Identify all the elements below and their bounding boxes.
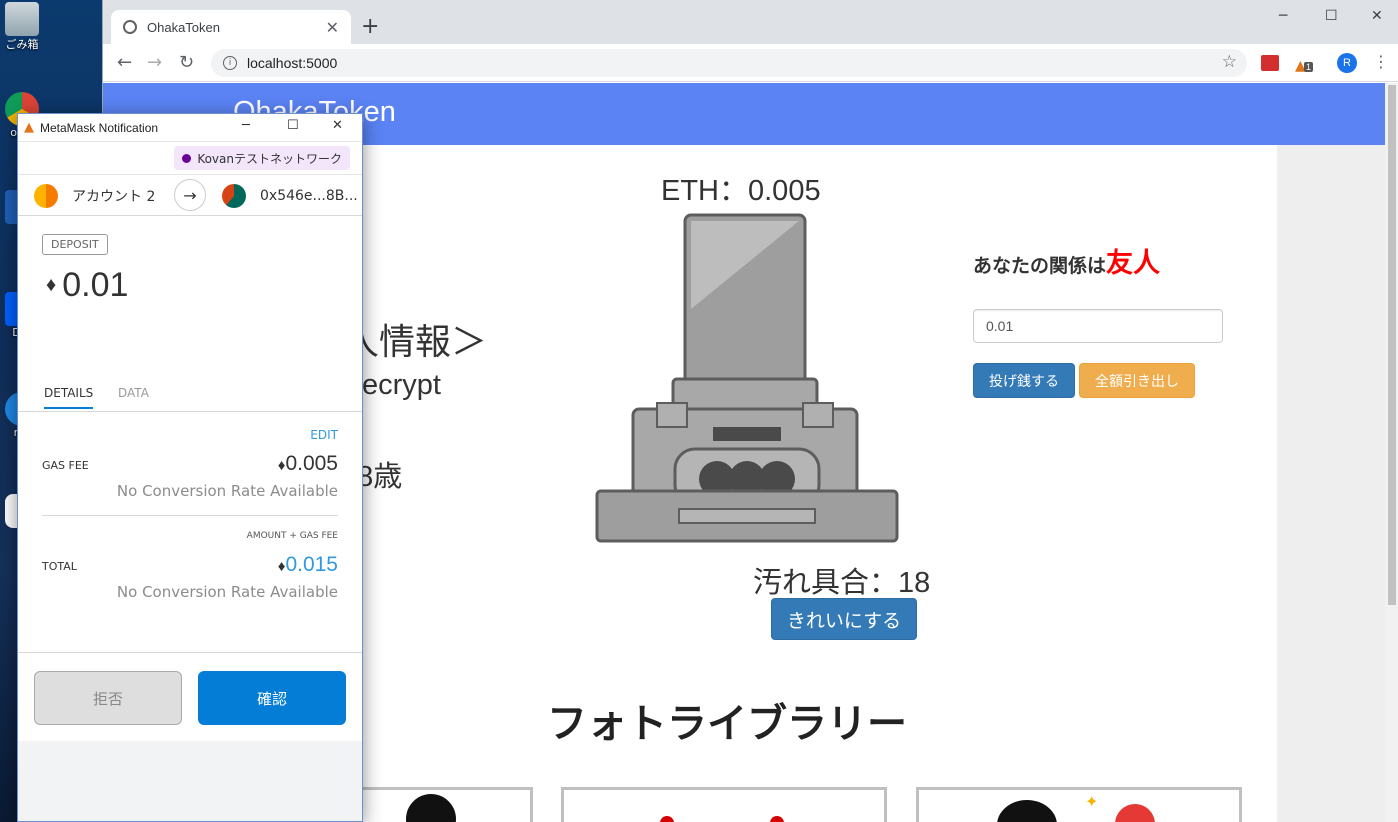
- browser-tab[interactable]: OhakaToken ✕: [111, 10, 351, 44]
- arrow-right-icon: →: [174, 179, 206, 211]
- star-icon[interactable]: ☆: [1222, 52, 1237, 72]
- url-text: localhost:5000: [247, 55, 338, 71]
- from-account[interactable]: アカウント 2: [34, 184, 155, 208]
- metamask-fox-icon: ▲: [24, 120, 34, 135]
- relation-value: 友人: [1106, 248, 1161, 279]
- desktop-icon-label: ごみ箱: [5, 38, 39, 51]
- relation-prefix: あなたの関係は: [973, 255, 1107, 277]
- from-account-name: アカウント 2: [72, 189, 156, 205]
- new-tab-button[interactable]: +: [361, 14, 379, 39]
- menu-kebab-icon[interactable]: ⋮: [1373, 52, 1389, 71]
- eth-balance: ETH：0.005: [661, 175, 821, 207]
- amount-plus-gas-label: AMOUNT + GAS FEE: [246, 531, 338, 541]
- photo-card[interactable]: ✦: [916, 787, 1242, 822]
- tip-button[interactable]: 投げ銭する: [973, 363, 1075, 398]
- extension-lastpass-icon[interactable]: [1261, 55, 1279, 71]
- deposit-tag: DEPOSIT: [42, 234, 108, 255]
- extension-badge: 1: [1304, 62, 1314, 72]
- edit-gas-link[interactable]: EDIT: [310, 428, 338, 442]
- to-address: 0x546e...8B...: [260, 188, 358, 204]
- address-bar[interactable]: i localhost:5000 ☆: [211, 49, 1247, 77]
- close-tab-icon[interactable]: ✕: [326, 18, 339, 37]
- metamask-body: Kovanテストネットワーク アカウント 2 → 0x546e...8B... …: [18, 142, 362, 741]
- globe-icon: [123, 20, 137, 34]
- reload-icon[interactable]: ↻: [179, 52, 194, 73]
- network-name: Kovanテストネットワーク: [197, 151, 342, 166]
- close-window-icon[interactable]: ✕: [332, 118, 343, 133]
- network-indicator[interactable]: Kovanテストネットワーク: [174, 146, 350, 170]
- tab-data[interactable]: DATA: [118, 386, 149, 407]
- desktop-icon-recycle-bin[interactable]: ごみ箱: [0, 2, 44, 52]
- photo-library-title: フォトライブラリー: [547, 701, 907, 747]
- relation-text: あなたの関係は友人: [973, 241, 1160, 280]
- maximize-icon[interactable]: ☐: [287, 118, 299, 133]
- info-icon[interactable]: i: [223, 56, 237, 70]
- recipient-identicon-icon: [222, 184, 246, 208]
- tab-title: OhakaToken: [147, 19, 220, 35]
- dirt-level: 汚れ具合：18: [753, 567, 931, 599]
- content-container: 人情報＞ Decrypt o 98歳 ETH：0.005 汚れ具合：18: [223, 145, 1277, 822]
- total-label: TOTAL: [42, 560, 77, 573]
- minimize-icon[interactable]: ─: [242, 118, 250, 133]
- profile-avatar[interactable]: R: [1337, 53, 1357, 73]
- close-window-icon[interactable]: ✕: [1371, 8, 1383, 24]
- tab-strip: OhakaToken ✕ + ─ ☐ ✕: [103, 0, 1398, 44]
- gas-fee-amount: 0.005: [285, 452, 338, 475]
- metamask-tabs: DETAILS DATA: [18, 378, 362, 412]
- gas-fee-value: ♦0.005: [278, 452, 338, 476]
- withdraw-all-button[interactable]: 全額引き出し: [1079, 363, 1195, 398]
- metamask-titlebar: ▲ MetaMask Notification ─ ☐ ✕: [18, 114, 362, 142]
- reject-button[interactable]: 拒否: [34, 671, 182, 725]
- account-identicon-icon: [34, 184, 58, 208]
- photo-card[interactable]: [343, 787, 533, 822]
- gas-fee-conversion: No Conversion Rate Available: [116, 482, 338, 500]
- metamask-fox-icon[interactable]: ▲ 1: [1295, 55, 1314, 74]
- recycle-bin-icon: [5, 2, 39, 36]
- account-row: アカウント 2 → 0x546e...8B...: [18, 174, 362, 216]
- metamask-window-title: MetaMask Notification: [40, 120, 159, 135]
- photo-card[interactable]: [561, 787, 887, 822]
- network-dot-icon: [182, 153, 192, 163]
- amount-value: 0.01: [62, 266, 129, 304]
- tip-amount-input[interactable]: [973, 309, 1223, 343]
- info-heading: 人情報＞: [343, 321, 488, 362]
- total-value: ♦0.015: [278, 553, 338, 577]
- minimize-icon[interactable]: ─: [1279, 8, 1287, 24]
- transaction-amount: ♦ 0.01: [46, 266, 128, 305]
- gas-fee-label: GAS FEE: [42, 459, 89, 472]
- eth-diamond-icon: ♦: [46, 274, 57, 296]
- scrollbar-thumb[interactable]: [1388, 85, 1396, 605]
- total-amount: 0.015: [285, 553, 338, 576]
- total-conversion: No Conversion Rate Available: [116, 583, 338, 601]
- to-account[interactable]: 0x546e...8B...: [222, 184, 358, 208]
- metamask-notification-window: ▲ MetaMask Notification ─ ☐ ✕ Kovanテストネッ…: [17, 113, 363, 822]
- metamask-footer: 拒否 確認: [18, 652, 362, 741]
- confirm-button[interactable]: 確認: [198, 671, 346, 725]
- divider: [42, 515, 338, 516]
- maximize-icon[interactable]: ☐: [1325, 8, 1338, 24]
- page-scrollbar[interactable]: [1385, 83, 1398, 822]
- browser-toolbar: ← → ↻ i localhost:5000 ☆ ▲ 1 R ⋮: [103, 44, 1398, 82]
- gravestone-image: [595, 213, 899, 543]
- tab-details[interactable]: DETAILS: [44, 386, 94, 409]
- clean-button[interactable]: きれいにする: [771, 598, 917, 640]
- forward-arrow-icon[interactable]: →: [147, 52, 162, 73]
- back-arrow-icon[interactable]: ←: [117, 52, 132, 73]
